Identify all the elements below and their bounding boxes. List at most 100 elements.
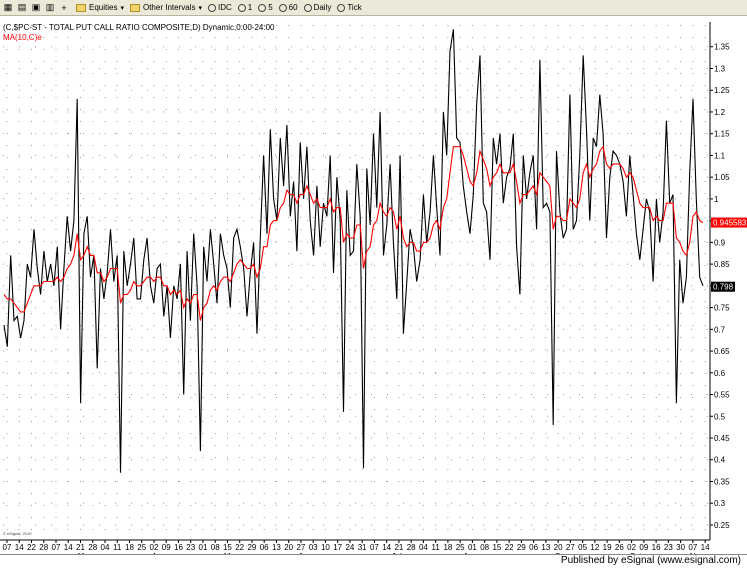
x-tick-label: 01 xyxy=(468,543,477,552)
x-tick-label: 30 xyxy=(676,543,685,552)
x-tick-label: 07 xyxy=(3,543,12,552)
x-tick-label: 09 xyxy=(162,543,171,552)
x-tick-label: 16 xyxy=(652,543,661,552)
add-icon[interactable]: + xyxy=(58,2,70,14)
x-tick-label: 08 xyxy=(211,543,220,552)
other-intervals-label: Other Intervals xyxy=(142,3,196,12)
published-footer: Published by eSignal (www.esignal.com) xyxy=(0,554,747,568)
equities-dropdown[interactable]: Equities ▾ xyxy=(76,3,124,12)
interval-idc[interactable]: IDC xyxy=(207,3,232,12)
chevron-down-icon: ▾ xyxy=(120,4,124,12)
x-tick-label: 29 xyxy=(517,543,526,552)
x-tick-label: 07 xyxy=(688,543,697,552)
x-tick-label: 09 xyxy=(639,543,648,552)
chart-title: (C,$PC-ST - TOTAL PUT CALL RATIO COMPOSI… xyxy=(3,23,275,32)
x-tick-label: 04 xyxy=(101,543,110,552)
x-tick-label: 02 xyxy=(150,543,159,552)
y-tick-label: 0.6 xyxy=(714,369,726,378)
x-tick-label: 28 xyxy=(88,543,97,552)
x-tick-label: 14 xyxy=(15,543,24,552)
x-tick-label: 03 xyxy=(309,543,318,552)
x-tick-label: 20 xyxy=(284,543,293,552)
close-last-value-label: 0.798 xyxy=(713,283,734,292)
y-tick-label: 0.4 xyxy=(714,456,726,465)
x-tick-label: 15 xyxy=(492,543,501,552)
y-tick-label: 1.15 xyxy=(714,130,730,139)
x-tick-label: 11 xyxy=(432,543,441,552)
y-tick-label: 0.7 xyxy=(714,325,726,334)
x-tick-label: 25 xyxy=(137,543,146,552)
chart-background xyxy=(0,22,747,561)
interval-tick[interactable]: Tick xyxy=(337,3,362,12)
x-tick-label: 18 xyxy=(125,543,134,552)
y-tick-label: 1.1 xyxy=(714,151,726,160)
x-tick-label: 21 xyxy=(394,543,403,552)
x-tick-label: 22 xyxy=(235,543,244,552)
y-tick-label: 0.45 xyxy=(714,434,730,443)
y-tick-label: 0.65 xyxy=(714,347,730,356)
clock-icon xyxy=(303,3,312,12)
clock-icon xyxy=(237,3,246,12)
x-tick-label: 07 xyxy=(370,543,379,552)
x-tick-label: 16 xyxy=(174,543,183,552)
x-tick-label: 10 xyxy=(321,543,330,552)
x-tick-label: 19 xyxy=(603,543,612,552)
x-tick-label: 29 xyxy=(247,543,256,552)
ma-last-value-label: 0.945583 xyxy=(713,219,747,228)
x-tick-label: 20 xyxy=(554,543,563,552)
put-call-ratio-chart[interactable]: (C,$PC-ST - TOTAL PUT CALL RATIO COMPOSI… xyxy=(0,15,747,568)
chevron-down-icon: ▾ xyxy=(198,4,202,12)
watermark: © eSignal, 2010 xyxy=(3,531,32,536)
x-tick-label: 31 xyxy=(358,543,367,552)
interval-label: 60 xyxy=(288,3,298,12)
x-tick-label: 27 xyxy=(296,543,305,552)
x-tick-label: 22 xyxy=(505,543,514,552)
save-icon[interactable]: ▤ xyxy=(16,2,28,14)
y-tick-label: 0.3 xyxy=(714,499,726,508)
y-tick-label: 0.5 xyxy=(714,412,726,421)
x-tick-label: 01 xyxy=(199,543,208,552)
x-tick-label: 05 xyxy=(578,543,587,552)
x-tick-label: 21 xyxy=(76,543,85,552)
y-tick-label: 1 xyxy=(714,195,719,204)
print-icon[interactable]: ▣ xyxy=(30,2,42,14)
chart-menu-icon[interactable]: ▦ xyxy=(2,2,14,14)
x-tick-label: 13 xyxy=(272,543,281,552)
clock-icon xyxy=(337,3,346,12)
published-text: Published by eSignal (www.esignal.com) xyxy=(560,555,741,566)
ma-legend: MA(10,C)e xyxy=(3,33,42,42)
y-tick-label: 1.05 xyxy=(714,173,730,182)
x-tick-label: 26 xyxy=(615,543,624,552)
x-tick-label: 13 xyxy=(541,543,550,552)
x-tick-label: 24 xyxy=(345,543,354,552)
x-tick-label: 07 xyxy=(52,543,61,552)
y-tick-label: 0.75 xyxy=(714,304,730,313)
equities-label: Equities xyxy=(89,3,118,12)
interval-60[interactable]: 60 xyxy=(278,3,298,12)
x-tick-label: 14 xyxy=(382,543,391,552)
interval-label: IDC xyxy=(217,3,232,12)
x-tick-label: 23 xyxy=(664,543,673,552)
other-intervals-dropdown[interactable]: Other Intervals ▾ xyxy=(129,3,202,12)
x-tick-label: 28 xyxy=(39,543,48,552)
copy-icon[interactable]: ▥ xyxy=(44,2,56,14)
x-tick-label: 27 xyxy=(566,543,575,552)
interval-daily[interactable]: Daily xyxy=(303,3,332,12)
interval-1[interactable]: 1 xyxy=(237,3,253,12)
folder-icon xyxy=(76,3,86,12)
interval-5[interactable]: 5 xyxy=(258,3,273,12)
interval-label: Daily xyxy=(313,3,332,12)
y-tick-label: 1.2 xyxy=(714,108,726,117)
interval-label: 5 xyxy=(268,3,273,12)
x-tick-label: 14 xyxy=(64,543,73,552)
clock-icon xyxy=(207,3,216,12)
x-tick-label: 12 xyxy=(590,543,599,552)
y-tick-label: 1.25 xyxy=(714,86,730,95)
x-tick-label: 25 xyxy=(456,543,465,552)
y-tick-label: 1.35 xyxy=(714,43,730,52)
folder-icon xyxy=(129,3,140,12)
x-tick-label: 11 xyxy=(113,543,122,552)
x-tick-label: 17 xyxy=(333,543,342,552)
interval-label: 1 xyxy=(247,3,253,12)
clock-icon xyxy=(258,3,267,12)
